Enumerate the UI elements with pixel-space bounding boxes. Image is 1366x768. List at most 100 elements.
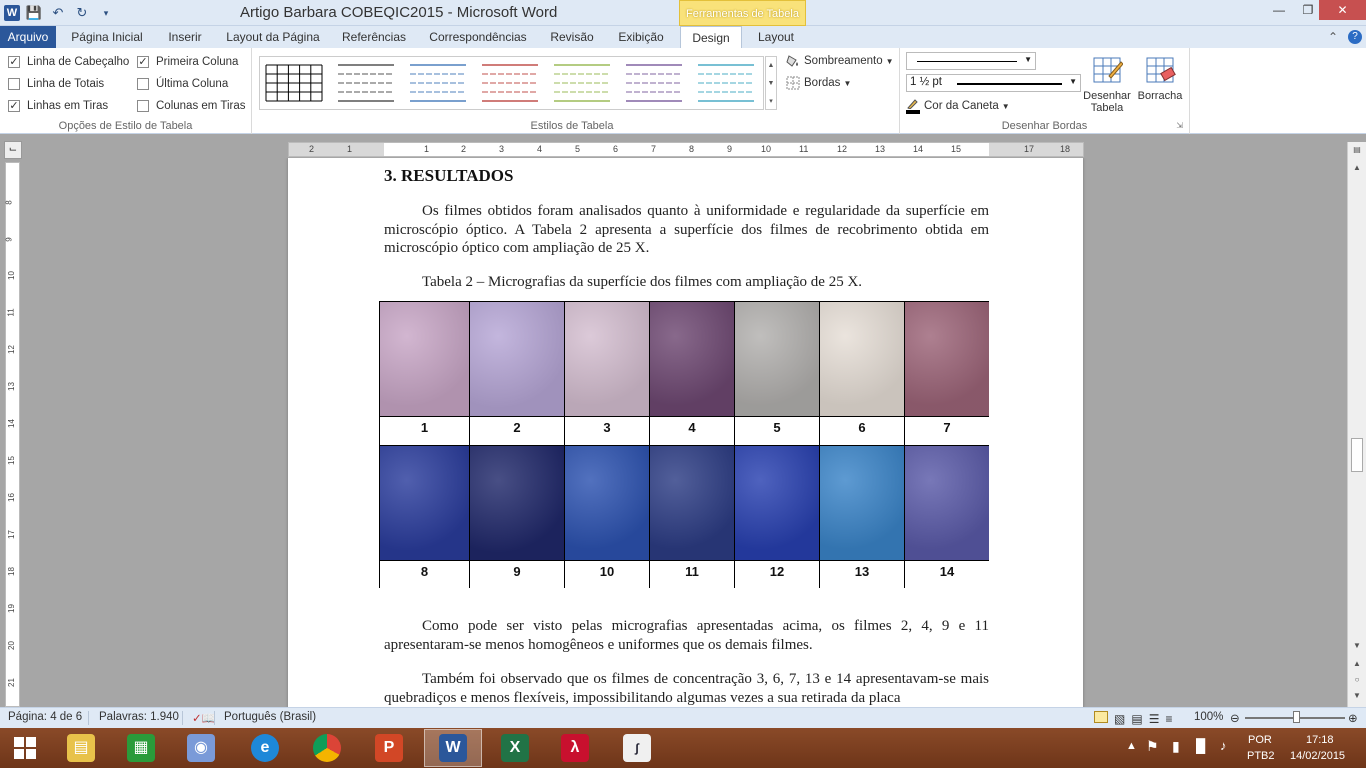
previous-page-icon[interactable]: ▲ [1348, 656, 1366, 672]
acrobat-app[interactable]: λ [546, 729, 604, 767]
proofing-icon[interactable]: ✓📖 [192, 711, 216, 725]
start-button[interactable] [0, 729, 50, 767]
checkbox[interactable]: ✓ [8, 100, 20, 112]
tab-exibicao[interactable]: Exibição [608, 26, 674, 48]
table-style-thumbnail[interactable] [482, 64, 538, 102]
scroll-thumb[interactable] [1351, 438, 1363, 472]
option-colunas-em-tiras[interactable]: Colunas em Tiras [137, 98, 245, 114]
group-label: Desenhar Bordas [1001, 120, 1088, 132]
checkbox[interactable]: ✓ [8, 56, 20, 68]
save-icon[interactable]: 💾 [24, 3, 44, 23]
tab-design[interactable]: Design [680, 26, 742, 48]
title-bar: W 💾 ↶ ↻ ▾ Artigo Barbara COBEQIC2015 - M… [0, 0, 1366, 26]
table-style-thumbnail[interactable] [410, 64, 466, 102]
word-app-icon[interactable]: W [4, 5, 20, 21]
file-explorer-app[interactable]: ▤ [52, 729, 110, 767]
view-buttons[interactable]: ▧ ▤ ☰ ≡ [1094, 711, 1172, 726]
volume-icon[interactable]: ♪ [1220, 738, 1227, 753]
tab-layout-da-pagina[interactable]: Layout da Página [218, 26, 328, 48]
option-ultima-coluna[interactable]: Última Coluna [137, 76, 228, 92]
page-count[interactable]: Página: 4 de 6 [8, 711, 82, 723]
pen-style-dropdown[interactable]: ▼ [906, 52, 1036, 70]
ruler-tick: 10 [6, 271, 16, 280]
show-hidden-icons[interactable]: ▲ [1126, 740, 1137, 752]
tab-layout[interactable]: Layout [748, 26, 804, 48]
collapse-ribbon-icon[interactable]: ⌃ [1328, 30, 1338, 44]
full-screen-reading-icon[interactable]: ▧ [1114, 712, 1125, 726]
next-page-icon[interactable]: ▼ [1348, 688, 1366, 704]
tab-inserir[interactable]: Inserir [158, 26, 212, 48]
statsoft-app[interactable]: ∫ [608, 729, 666, 767]
micrograph-cell [380, 446, 470, 561]
scroll-up-arrow[interactable]: ▲ [1348, 160, 1366, 176]
chrome-app[interactable] [298, 729, 356, 767]
internet-explorer-app[interactable]: e [236, 729, 294, 767]
table-style-thumbnail[interactable] [698, 64, 754, 102]
action-center-icon[interactable]: ⚑ [1146, 738, 1159, 755]
network-icon[interactable]: █ [1196, 738, 1205, 753]
redo-icon[interactable]: ↻ [72, 3, 92, 23]
micrograph-label: 10 [565, 561, 650, 588]
pen-weight-dropdown[interactable]: 1 ½ pt ▼ [906, 74, 1081, 92]
word-count[interactable]: Palavras: 1.940 [99, 711, 179, 723]
tab-correspondencias[interactable]: Correspondências [420, 26, 536, 48]
tab-selector[interactable]: ⌙ [4, 141, 22, 159]
scroll-down-arrow[interactable]: ▼ [1348, 638, 1366, 654]
close-button[interactable]: ✕ [1319, 0, 1366, 20]
tab-revisao[interactable]: Revisão [542, 26, 602, 48]
store-app[interactable]: ▦ [112, 729, 170, 767]
zoom-in-icon[interactable]: ⊕ [1348, 711, 1358, 725]
micrograph-table[interactable]: 1 2 3 4 5 6 7 8 9 10 11 12 13 14 [379, 301, 989, 588]
ruler-toggle-icon[interactable]: ▤ [1348, 142, 1366, 158]
table-style-thumbnail[interactable] [265, 64, 323, 102]
battery-icon[interactable]: ▮ [1172, 738, 1180, 755]
document-area[interactable]: 3. RESULTADOS Os filmes obtidos foram an… [22, 158, 1347, 707]
draft-icon[interactable]: ≡ [1165, 712, 1172, 726]
undo-icon[interactable]: ↶ [48, 3, 68, 23]
table-style-thumbnail[interactable] [338, 64, 394, 102]
paint-app[interactable]: ◉ [172, 729, 230, 767]
input-language-bottom[interactable]: PTB2 [1247, 750, 1275, 762]
gallery-scroll[interactable]: ▲ ▼ ▾ [765, 56, 777, 110]
tab-referencias[interactable]: Referências [334, 26, 414, 48]
customize-qat-icon[interactable]: ▾ [96, 3, 116, 23]
browse-object-icon[interactable]: ○ [1348, 672, 1366, 688]
checkbox[interactable] [137, 100, 149, 112]
shading-button[interactable]: Sombreamento ▼ [786, 54, 894, 68]
powerpoint-app[interactable]: P [360, 729, 418, 767]
document-page[interactable]: 3. RESULTADOS Os filmes obtidos foram an… [288, 158, 1083, 707]
table-style-thumbnail[interactable] [554, 64, 610, 102]
option-primeira-coluna[interactable]: ✓ Primeira Coluna [137, 54, 238, 70]
option-linhas-em-tiras[interactable]: ✓ Linhas em Tiras [8, 98, 108, 114]
option-linha-de-cabecalho[interactable]: ✓ Linha de Cabeçalho [8, 54, 129, 70]
input-language-top[interactable]: POR [1248, 734, 1272, 746]
vertical-scrollbar[interactable]: ▤ ▲ ▼ ▲ ○ ▼ [1347, 142, 1366, 707]
excel-app[interactable]: X [486, 729, 544, 767]
pen-color-button[interactable]: Cor da Caneta ▼ [906, 98, 1010, 114]
checkbox[interactable]: ✓ [137, 56, 149, 68]
eraser-button[interactable]: Borracha [1134, 54, 1186, 102]
zoom-slider-thumb[interactable] [1293, 711, 1300, 723]
zoom-level[interactable]: 100% [1194, 711, 1223, 723]
tab-arquivo[interactable]: Arquivo [0, 26, 56, 48]
dialog-launcher-icon[interactable]: ⇲ [1176, 121, 1183, 130]
clock-date[interactable]: 14/02/2015 [1290, 750, 1345, 762]
language[interactable]: Português (Brasil) [224, 711, 316, 723]
help-icon[interactable]: ? [1348, 30, 1362, 44]
zoom-out-icon[interactable]: ⊖ [1230, 711, 1240, 725]
table-style-thumbnail[interactable] [626, 64, 682, 102]
borders-button[interactable]: Bordas ▼ [786, 76, 851, 90]
clock-time[interactable]: 17:18 [1306, 734, 1334, 746]
checkbox[interactable] [137, 78, 149, 90]
option-linha-de-totais[interactable]: Linha de Totais [8, 76, 104, 92]
draw-table-button[interactable]: Desenhar Tabela [1081, 54, 1133, 114]
web-layout-icon[interactable]: ▤ [1131, 712, 1142, 726]
outline-icon[interactable]: ☰ [1149, 712, 1160, 726]
ruler-tick: 11 [6, 308, 16, 317]
horizontal-ruler[interactable]: 2 1 1 2 3 4 5 6 7 8 9 10 11 12 13 14 15 … [288, 142, 1084, 157]
checkbox[interactable] [8, 78, 20, 90]
print-layout-icon[interactable] [1094, 711, 1108, 723]
tab-pagina-inicial[interactable]: Página Inicial [62, 26, 152, 48]
vertical-ruler[interactable]: 8 9 10 11 12 13 14 15 16 17 18 19 20 21 [5, 162, 20, 707]
word-app[interactable]: W [424, 729, 482, 767]
